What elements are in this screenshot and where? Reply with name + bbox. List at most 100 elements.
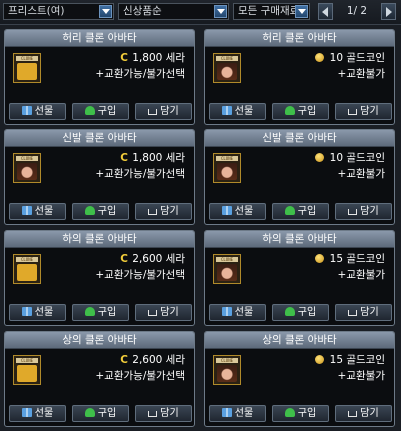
trade-note: +교환불가 bbox=[337, 370, 385, 382]
chevron-down-icon[interactable] bbox=[214, 5, 227, 18]
cart-label: 담기 bbox=[360, 408, 379, 419]
cart-icon bbox=[148, 109, 158, 115]
item-card[interactable]: 신발 클론 아바타 CLONE C 1,800 세라 +교환가능/불가선택 선물… bbox=[4, 129, 195, 225]
action-buttons: 선물 구입 담기 bbox=[9, 405, 192, 422]
buy-icon bbox=[284, 408, 295, 417]
material-dropdown[interactable]: 모든 구매재료 bbox=[233, 3, 310, 20]
buy-button[interactable]: 구입 bbox=[272, 203, 329, 220]
avatar-thumbnail bbox=[17, 264, 37, 281]
seria-icon: C bbox=[120, 253, 128, 265]
job-dropdown[interactable]: 프리스트(여) bbox=[3, 3, 114, 20]
buy-button[interactable]: 구입 bbox=[272, 405, 329, 422]
gold-coin-icon bbox=[315, 254, 325, 263]
gift-button[interactable]: 선물 bbox=[9, 304, 66, 321]
shoes-avatar-icon[interactable]: CLONE bbox=[13, 153, 41, 183]
item-card[interactable]: 허리 클론 아바타 CLONE C 1,800 세라 +교환가능/불가선택 선물… bbox=[4, 29, 195, 125]
item-price: C 2,600 세라 bbox=[120, 252, 185, 266]
cart-button[interactable]: 담기 bbox=[335, 405, 392, 422]
chevron-down-icon[interactable] bbox=[99, 5, 112, 18]
gift-label: 선물 bbox=[234, 106, 254, 117]
gold-coin-icon bbox=[315, 355, 325, 364]
cart-label: 담기 bbox=[360, 307, 379, 318]
buy-label: 구입 bbox=[97, 307, 117, 318]
next-page-button[interactable] bbox=[381, 3, 396, 20]
avatar-thumbnail bbox=[17, 63, 37, 80]
job-dropdown-value: 프리스트(여) bbox=[8, 5, 65, 17]
buy-button[interactable]: 구입 bbox=[72, 203, 129, 220]
trade-note: +교환가능/불가선택 bbox=[95, 68, 185, 80]
seria-icon: C bbox=[120, 52, 128, 64]
buy-button[interactable]: 구입 bbox=[72, 103, 129, 120]
item-card[interactable]: 상의 클론 아바타 CLONE 15 골드코인 +교환불가 선물 구입 담기 bbox=[204, 331, 395, 427]
chevron-down-icon[interactable] bbox=[295, 5, 308, 18]
gift-button[interactable]: 선물 bbox=[209, 304, 266, 321]
item-card[interactable]: 신발 클론 아바타 CLONE 10 골드코인 +교환불가 선물 구입 담기 bbox=[204, 129, 395, 225]
item-card[interactable]: 허리 클론 아바타 CLONE 10 골드코인 +교환불가 선물 구입 담기 bbox=[204, 29, 395, 125]
buy-button[interactable]: 구입 bbox=[72, 405, 129, 422]
trade-note: +교환불가 bbox=[337, 68, 385, 80]
item-price: C 2,600 세라 bbox=[120, 353, 185, 367]
item-title: 신발 클론 아바타 bbox=[205, 130, 394, 147]
sort-dropdown[interactable]: 신상품순 bbox=[118, 3, 229, 20]
cart-button[interactable]: 담기 bbox=[135, 203, 192, 220]
top-avatar-icon[interactable]: CLONE bbox=[13, 355, 41, 385]
cart-icon bbox=[348, 209, 358, 215]
item-card[interactable]: 하의 클론 아바타 CLONE C 2,600 세라 +교환가능/불가선택 선물… bbox=[4, 230, 195, 326]
pants-avatar-icon[interactable]: CLONE bbox=[13, 254, 41, 284]
avatar-thumbnail bbox=[17, 365, 37, 382]
item-card[interactable]: 상의 클론 아바타 CLONE C 2,600 세라 +교환가능/불가선택 선물… bbox=[4, 331, 195, 427]
filter-bar: 프리스트(여) 신상품순 모든 구매재료 1/ 2 bbox=[0, 0, 401, 25]
item-title: 상의 클론 아바타 bbox=[5, 332, 194, 349]
item-title: 하의 클론 아바타 bbox=[5, 231, 194, 248]
seria-icon: C bbox=[120, 152, 128, 164]
buy-label: 구입 bbox=[297, 307, 317, 318]
action-buttons: 선물 구입 담기 bbox=[9, 304, 192, 321]
cart-button[interactable]: 담기 bbox=[135, 304, 192, 321]
buy-button[interactable]: 구입 bbox=[272, 103, 329, 120]
gift-icon bbox=[21, 307, 32, 316]
pants-avatar-icon[interactable]: CLONE bbox=[213, 254, 241, 284]
clone-label: CLONE bbox=[16, 257, 38, 262]
action-buttons: 선물 구입 담기 bbox=[209, 203, 392, 220]
prev-page-button[interactable] bbox=[318, 3, 333, 20]
gift-button[interactable]: 선물 bbox=[9, 103, 66, 120]
item-title: 허리 클론 아바타 bbox=[205, 30, 394, 47]
gift-button[interactable]: 선물 bbox=[209, 103, 266, 120]
gift-label: 선물 bbox=[234, 206, 254, 217]
shoes-avatar-icon[interactable]: CLONE bbox=[213, 153, 241, 183]
gift-button[interactable]: 선물 bbox=[9, 405, 66, 422]
buy-button[interactable]: 구입 bbox=[72, 304, 129, 321]
price-text: 15 골드코인 bbox=[329, 253, 385, 265]
buy-button[interactable]: 구입 bbox=[272, 304, 329, 321]
item-title: 상의 클론 아바타 bbox=[205, 332, 394, 349]
cart-button[interactable]: 담기 bbox=[335, 304, 392, 321]
top-avatar-icon[interactable]: CLONE bbox=[213, 355, 241, 385]
cart-button[interactable]: 담기 bbox=[135, 405, 192, 422]
buy-label: 구입 bbox=[297, 106, 317, 117]
cart-button[interactable]: 담기 bbox=[135, 103, 192, 120]
waist-avatar-icon[interactable]: CLONE bbox=[213, 53, 241, 83]
buy-icon bbox=[84, 408, 95, 417]
buy-icon bbox=[284, 307, 295, 316]
action-buttons: 선물 구입 담기 bbox=[9, 103, 192, 120]
cart-icon bbox=[348, 411, 358, 417]
buy-icon bbox=[84, 307, 95, 316]
buy-icon bbox=[84, 206, 95, 215]
material-dropdown-value: 모든 구매재료 bbox=[238, 5, 300, 17]
gift-icon bbox=[221, 206, 232, 215]
gift-button[interactable]: 선물 bbox=[209, 405, 266, 422]
waist-avatar-icon[interactable]: CLONE bbox=[13, 53, 41, 83]
gift-button[interactable]: 선물 bbox=[209, 203, 266, 220]
cart-icon bbox=[148, 310, 158, 316]
cart-button[interactable]: 담기 bbox=[335, 103, 392, 120]
buy-icon bbox=[284, 206, 295, 215]
page-indicator: 1/ 2 bbox=[346, 5, 368, 17]
cart-button[interactable]: 담기 bbox=[335, 203, 392, 220]
item-card[interactable]: 하의 클론 아바타 CLONE 15 골드코인 +교환불가 선물 구입 담기 bbox=[204, 230, 395, 326]
gift-button[interactable]: 선물 bbox=[9, 203, 66, 220]
clone-label: CLONE bbox=[16, 56, 38, 61]
gift-icon bbox=[221, 307, 232, 316]
avatar-thumbnail bbox=[17, 163, 37, 180]
item-price: 15 골드코인 bbox=[315, 353, 385, 367]
price-text: 1,800 세라 bbox=[132, 152, 185, 164]
